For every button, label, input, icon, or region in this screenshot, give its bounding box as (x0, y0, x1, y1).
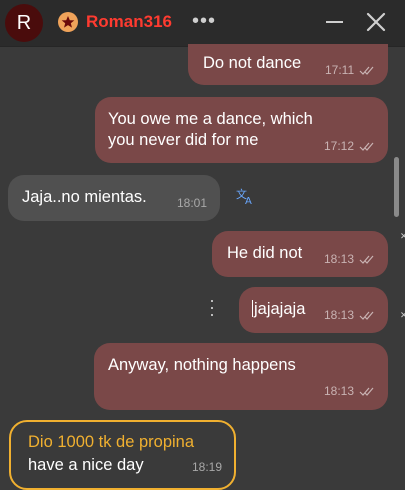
tip-title: Dio 1000 tk de propina (28, 433, 195, 451)
edge-mark: ✕ (400, 231, 405, 241)
message-text: You owe me a dance, which you never did … (108, 110, 313, 149)
message-time: 18:13 (324, 384, 375, 398)
message-time: 18:13 (324, 252, 375, 266)
message-text: He did not (227, 244, 303, 262)
more-icon[interactable]: ••• (191, 6, 217, 36)
message-text: Anyway, nothing happens (108, 356, 296, 374)
tip-text: have a nice day (28, 456, 144, 474)
vertical-dots-icon[interactable]: · · · (207, 291, 217, 323)
edge-mark: ✕ (400, 310, 405, 320)
message-bubble[interactable]: Jaja..no mientas. 18:01 (8, 175, 220, 221)
message-bubble[interactable]: You owe me a dance, which you never did … (95, 97, 388, 163)
message-bubble[interactable]: Do not dance 17:11 (188, 44, 388, 85)
avatar[interactable]: R (5, 4, 43, 42)
message-time: 18:01 (177, 196, 208, 210)
message-time: 17:11 (325, 63, 375, 77)
chat-header: R Roman316 ••• (0, 0, 405, 47)
message-time: 18:19 (192, 460, 223, 474)
svg-text:A: A (245, 196, 252, 205)
double-check-icon (359, 255, 374, 265)
double-check-icon (359, 311, 374, 321)
double-check-icon (360, 66, 374, 76)
minimize-icon[interactable] (326, 21, 343, 23)
double-check-icon (359, 387, 374, 397)
star-badge-icon (58, 12, 78, 32)
message-time: 18:13 (324, 308, 375, 322)
message-text: Jaja..no mientas. (22, 188, 147, 206)
message-text: jajajaja (252, 300, 306, 318)
translate-icon[interactable]: 文 A (236, 187, 256, 207)
double-check-icon (359, 142, 374, 152)
username[interactable]: Roman316 (86, 12, 172, 32)
message-bubble[interactable]: Anyway, nothing happens 18:13 (94, 343, 388, 410)
scrollbar[interactable] (394, 157, 399, 217)
message-time: 17:12 (324, 139, 375, 153)
message-text: Do not dance (203, 54, 302, 72)
tip-message[interactable]: Dio 1000 tk de propina have a nice day 1… (9, 420, 236, 490)
message-bubble[interactable]: jajajaja 18:13 (239, 287, 388, 333)
message-bubble[interactable]: He did not 18:13 (212, 231, 388, 277)
close-icon[interactable] (365, 11, 387, 33)
